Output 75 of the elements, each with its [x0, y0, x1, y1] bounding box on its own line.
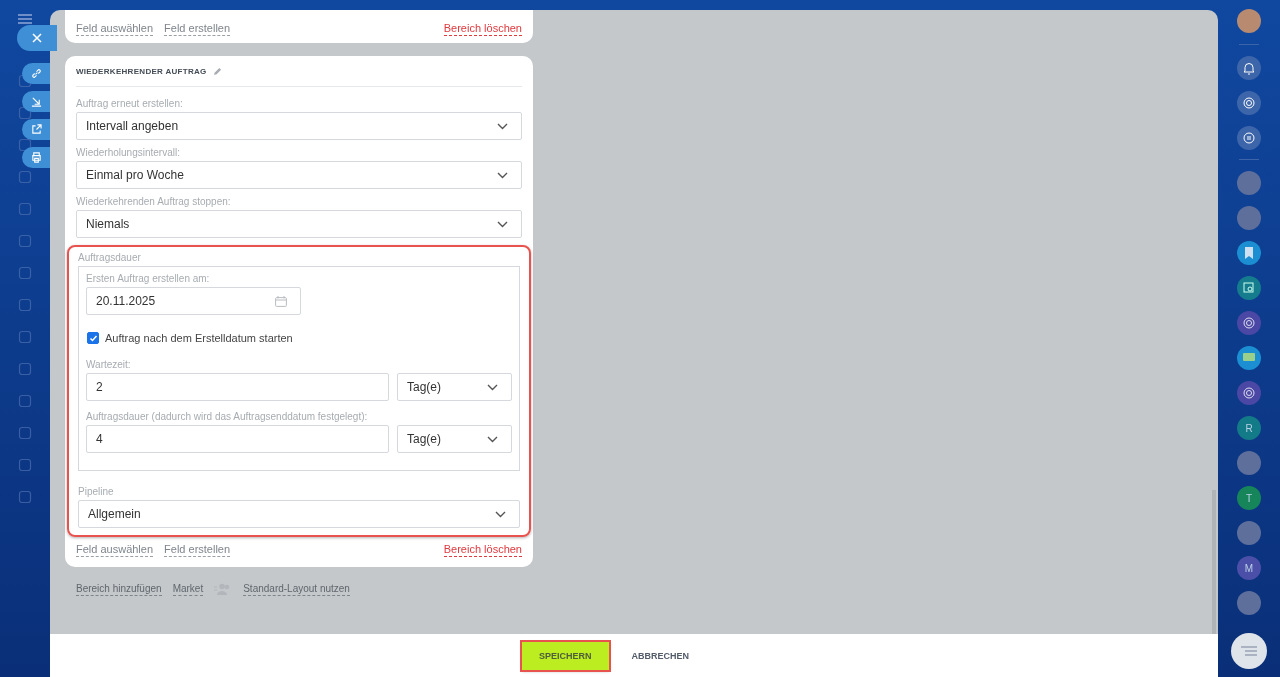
field-label: Auftragsdauer (dadurch wird das Auftragsenddatum festgelegt): — [86, 411, 369, 422]
letter-avatar[interactable]: M — [1237, 556, 1261, 580]
field-label: Wiederholungsintervall: — [76, 147, 181, 158]
footer-link[interactable]: Standard-Layout nutzen — [243, 582, 350, 596]
chevron-down-icon — [497, 171, 508, 179]
delete-section-link[interactable]: Bereich löschen — [443, 22, 522, 36]
close-button[interactable] — [17, 25, 57, 51]
field-label: Auftragsdauer — [78, 252, 142, 263]
nav-icon[interactable] — [18, 170, 32, 184]
bookmark-icon[interactable] — [1237, 241, 1261, 265]
calendar-icon[interactable] — [275, 295, 287, 307]
nav-icon[interactable] — [18, 330, 32, 344]
menu-icon[interactable] — [18, 14, 32, 24]
delete-section-link[interactable]: Bereich löschen — [443, 543, 522, 557]
avatar[interactable] — [1237, 9, 1261, 33]
nav-icon[interactable] — [18, 362, 32, 376]
cancel-button[interactable]: ABBRECHEN — [614, 641, 706, 670]
checkbox[interactable] — [87, 332, 99, 344]
unit-select[interactable]: Tag(e) — [397, 425, 512, 453]
field-label: Wiederkehrenden Auftrag stoppen: — [76, 196, 232, 207]
nav-icon[interactable] — [18, 394, 32, 408]
number-input[interactable]: 2 — [86, 373, 389, 401]
chevron-down-icon — [497, 220, 508, 228]
footer-link[interactable]: Bereich hinzufügen — [76, 582, 162, 596]
avatar[interactable] — [1237, 521, 1261, 545]
avatar[interactable] — [1237, 206, 1261, 230]
nav-icon[interactable] — [18, 298, 32, 312]
field-label: Pipeline — [78, 486, 115, 497]
section-link[interactable]: Feld auswählen — [76, 22, 154, 36]
chevron-down-icon — [497, 122, 508, 130]
nav-icon[interactable] — [18, 426, 32, 440]
print-icon — [30, 152, 42, 163]
list-icon — [1241, 646, 1257, 656]
arrow-icon — [30, 96, 42, 107]
avatar[interactable] — [1237, 451, 1261, 475]
letter-avatar[interactable]: R — [1237, 416, 1261, 440]
save-button[interactable]: SPEICHERN — [522, 641, 609, 670]
link-button[interactable] — [22, 63, 50, 84]
menu-button[interactable] — [1231, 633, 1267, 669]
select-field[interactable]: Niemals — [76, 210, 522, 238]
select-field[interactable]: Intervall angeben — [76, 112, 522, 140]
date-field[interactable]: 20.11.2025 — [86, 287, 301, 315]
select-field[interactable]: Einmal pro Woche — [76, 161, 522, 189]
nav-icon[interactable] — [18, 202, 32, 216]
close-icon — [32, 33, 42, 43]
arrow-button[interactable] — [22, 91, 50, 112]
avatar[interactable] — [1237, 171, 1261, 195]
section-title: WIEDERKEHRENDER AUFTRAG — [76, 67, 207, 76]
link-icon — [30, 68, 42, 79]
checkbox-label: Auftrag nach dem Erstelldatum starten — [105, 332, 293, 344]
pencil-icon[interactable] — [212, 67, 222, 76]
letter-avatar[interactable]: T — [1237, 486, 1261, 510]
chevron-down-icon — [487, 383, 498, 391]
nav-icon[interactable] — [18, 490, 32, 504]
chevron-down-icon — [495, 510, 506, 518]
bell-icon[interactable] — [1237, 56, 1261, 80]
field-label: Wartezeit: — [86, 359, 132, 370]
chevron-down-icon — [487, 435, 498, 443]
print-button[interactable] — [22, 147, 50, 168]
section-link[interactable]: Feld erstellen — [164, 543, 231, 557]
external-link-button[interactable] — [22, 119, 50, 140]
section-link[interactable]: Feld auswählen — [76, 543, 154, 557]
number-input[interactable]: 4 — [86, 425, 389, 453]
field-label: Ersten Auftrag erstellen am: — [86, 273, 211, 284]
select-field[interactable]: Allgemein — [78, 500, 520, 528]
section-link[interactable]: Feld erstellen — [164, 22, 231, 36]
nav-icon[interactable] — [18, 458, 32, 472]
avatar[interactable] — [1237, 591, 1261, 615]
nav-icon[interactable] — [18, 266, 32, 280]
search-icon[interactable] — [1237, 276, 1261, 300]
external-link-icon — [30, 124, 42, 135]
nav-icon[interactable] — [18, 234, 32, 248]
field-label: Auftrag erneut erstellen: — [76, 98, 184, 109]
unit-select[interactable]: Tag(e) — [397, 373, 512, 401]
footer-link[interactable]: Market — [172, 582, 204, 596]
